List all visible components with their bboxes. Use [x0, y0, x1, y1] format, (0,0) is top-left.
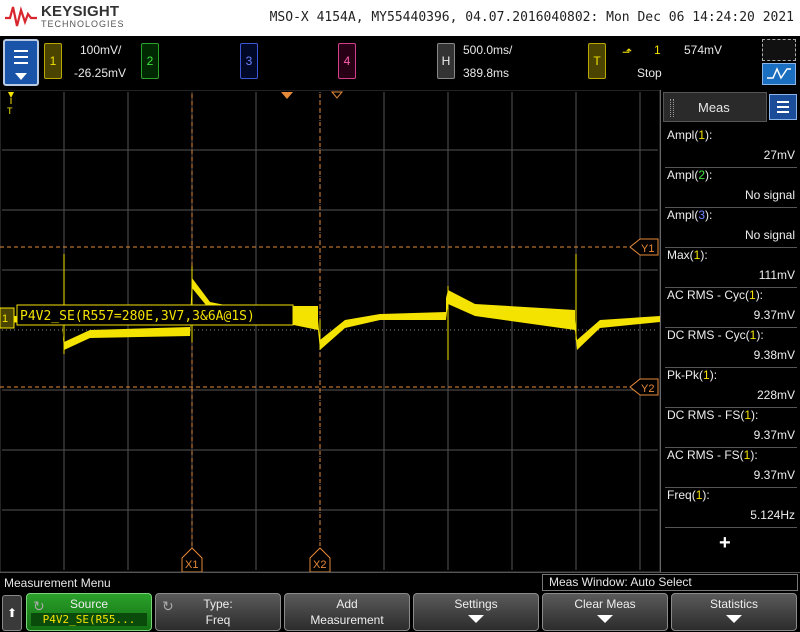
waveform-label: P4V2_SE(R557=280E,3V7,3&6A@1S) [20, 309, 255, 324]
settings-softkey[interactable]: Settings [413, 593, 539, 631]
type-softkey[interactable]: ↻ Type: Freq [155, 593, 281, 631]
add-measurement-icon[interactable]: + [719, 532, 731, 555]
measurement-name: Ampl(3): [667, 208, 713, 222]
measurement-name: Pk-Pk(1): [667, 368, 718, 382]
channel-1-button[interactable]: 1 [44, 43, 62, 79]
main-menu-button[interactable] [3, 39, 39, 86]
trigger-level: 574mV [684, 43, 723, 57]
measurement-value: 27mV [763, 148, 795, 162]
measurement-value: 5.124Hz [750, 508, 795, 522]
meas-tab[interactable]: Meas [663, 92, 767, 122]
measurement-item[interactable]: Pk-Pk(1): 228mV [667, 368, 795, 408]
measurement-name: Max(1): [667, 248, 708, 262]
measurement-name: DC RMS - Cyc(1): [667, 328, 764, 342]
measurement-item[interactable]: Ampl(3): No signal [667, 208, 795, 248]
measurement-item[interactable]: Max(1): 111mV [667, 248, 795, 288]
horizontal-scale: 500.0ms/ [463, 43, 513, 57]
measurement-name: AC RMS - FS(1): [667, 448, 758, 462]
horizontal-button[interactable]: H [437, 43, 455, 79]
source-softkey[interactable]: ↻ Source P4V2_SE(R55... [26, 593, 152, 631]
channel-3-button[interactable]: 3 [240, 43, 258, 79]
measurement-item[interactable]: Ampl(2): No signal [667, 168, 795, 208]
channel-1-offset: -26.25mV [74, 66, 127, 80]
trigger-source: 1 [654, 43, 661, 57]
measurement-name: AC RMS - Cyc(1): [667, 288, 764, 302]
back-button[interactable]: ⬆ [2, 595, 22, 631]
cycle-icon: ↻ [162, 598, 174, 614]
measurement-item[interactable]: DC RMS - Cyc(1): 9.38mV [667, 328, 795, 368]
channel-1-marker-label: 1 [2, 313, 8, 325]
svg-text:Y1: Y1 [641, 243, 654, 255]
add-measurement-softkey[interactable]: Add Measurement [284, 593, 410, 631]
keysight-logo-icon [5, 6, 37, 27]
chevron-down-icon [15, 73, 27, 80]
measurement-name: Ampl(2): [667, 168, 713, 182]
zoom-box-icon [762, 39, 796, 61]
measurement-value: 228mV [756, 388, 795, 402]
title-bar: KEYSIGHT TECHNOLOGIES MSO-X 4154A, MY554… [0, 0, 800, 36]
statistics-softkey[interactable]: Statistics [671, 593, 797, 631]
channel-4-button[interactable]: 4 [338, 43, 356, 79]
brand-name: KEYSIGHT [41, 3, 120, 20]
svg-text:X2: X2 [313, 559, 326, 571]
measurement-item[interactable]: Freq(1): 5.124Hz [667, 488, 795, 528]
meas-list-icon[interactable] [769, 94, 797, 120]
measurement-item[interactable]: Ampl(1): 27mV [667, 128, 795, 168]
measurement-value: 9.38mV [753, 348, 795, 362]
arrow-down-icon [597, 615, 613, 623]
trigger-button[interactable]: T [588, 43, 606, 79]
auto-scale-icon[interactable] [762, 63, 796, 85]
drag-handle-icon[interactable] [670, 99, 674, 117]
channel-2-button[interactable]: 2 [141, 43, 159, 79]
measurement-item[interactable]: AC RMS - Cyc(1): 9.37mV [667, 288, 795, 328]
channel-bar: 1 100mV/ -26.25mV 2 3 4 H 500.0ms/ 389.8… [0, 36, 800, 90]
measurement-item[interactable]: AC RMS - FS(1): 9.37mV [667, 448, 795, 488]
zoom-button[interactable] [762, 39, 796, 85]
measurement-value: 111mV [758, 268, 795, 282]
measurement-panel: Meas Ampl(1): 27mV Ampl(2): No signal Ampl(3… [660, 90, 800, 572]
arrow-down-icon [468, 615, 484, 623]
measurement-name: Ampl(1): [667, 128, 713, 142]
measurement-value: 9.37mV [753, 428, 795, 442]
measurement-name: Freq(1): [667, 488, 710, 502]
run-state: Stop [637, 66, 662, 80]
svg-text:Y2: Y2 [641, 383, 654, 395]
rising-edge-icon: ⬏ [622, 45, 633, 59]
softkey-bar: ⬆ ↻ Source P4V2_SE(R55... ↻ Type: Freq A… [0, 592, 800, 632]
status-strip: Measurement Menu Meas Window: Auto Selec… [0, 572, 800, 592]
measurement-value: No signal [744, 188, 795, 202]
arrow-down-icon [726, 615, 742, 623]
waveform-display[interactable]: P4V2_SE(R557=280E,3V7,3&6A@1S) 1 T X1 X2… [0, 90, 660, 572]
instrument-info: MSO-X 4154A, MY55440396, 04.07.201604080… [269, 10, 794, 25]
menu-title: Measurement Menu [4, 576, 111, 590]
measurement-value: 9.37mV [753, 468, 795, 482]
measurement-name: DC RMS - FS(1): [667, 408, 759, 422]
cycle-icon: ↻ [33, 598, 45, 614]
meas-window-status: Meas Window: Auto Select [542, 574, 798, 591]
ground-marker-label: T [7, 106, 13, 116]
svg-text:X1: X1 [185, 559, 198, 571]
measurement-value: 9.37mV [753, 308, 795, 322]
measurement-item[interactable]: DC RMS - FS(1): 9.37mV [667, 408, 795, 448]
measurement-value: No signal [744, 228, 795, 242]
clear-meas-softkey[interactable]: Clear Meas [542, 593, 668, 631]
channel-1-scale: 100mV/ [80, 43, 122, 57]
divider [665, 527, 797, 528]
brand-subtitle: TECHNOLOGIES [41, 19, 125, 29]
horizontal-delay: 389.8ms [463, 66, 510, 80]
